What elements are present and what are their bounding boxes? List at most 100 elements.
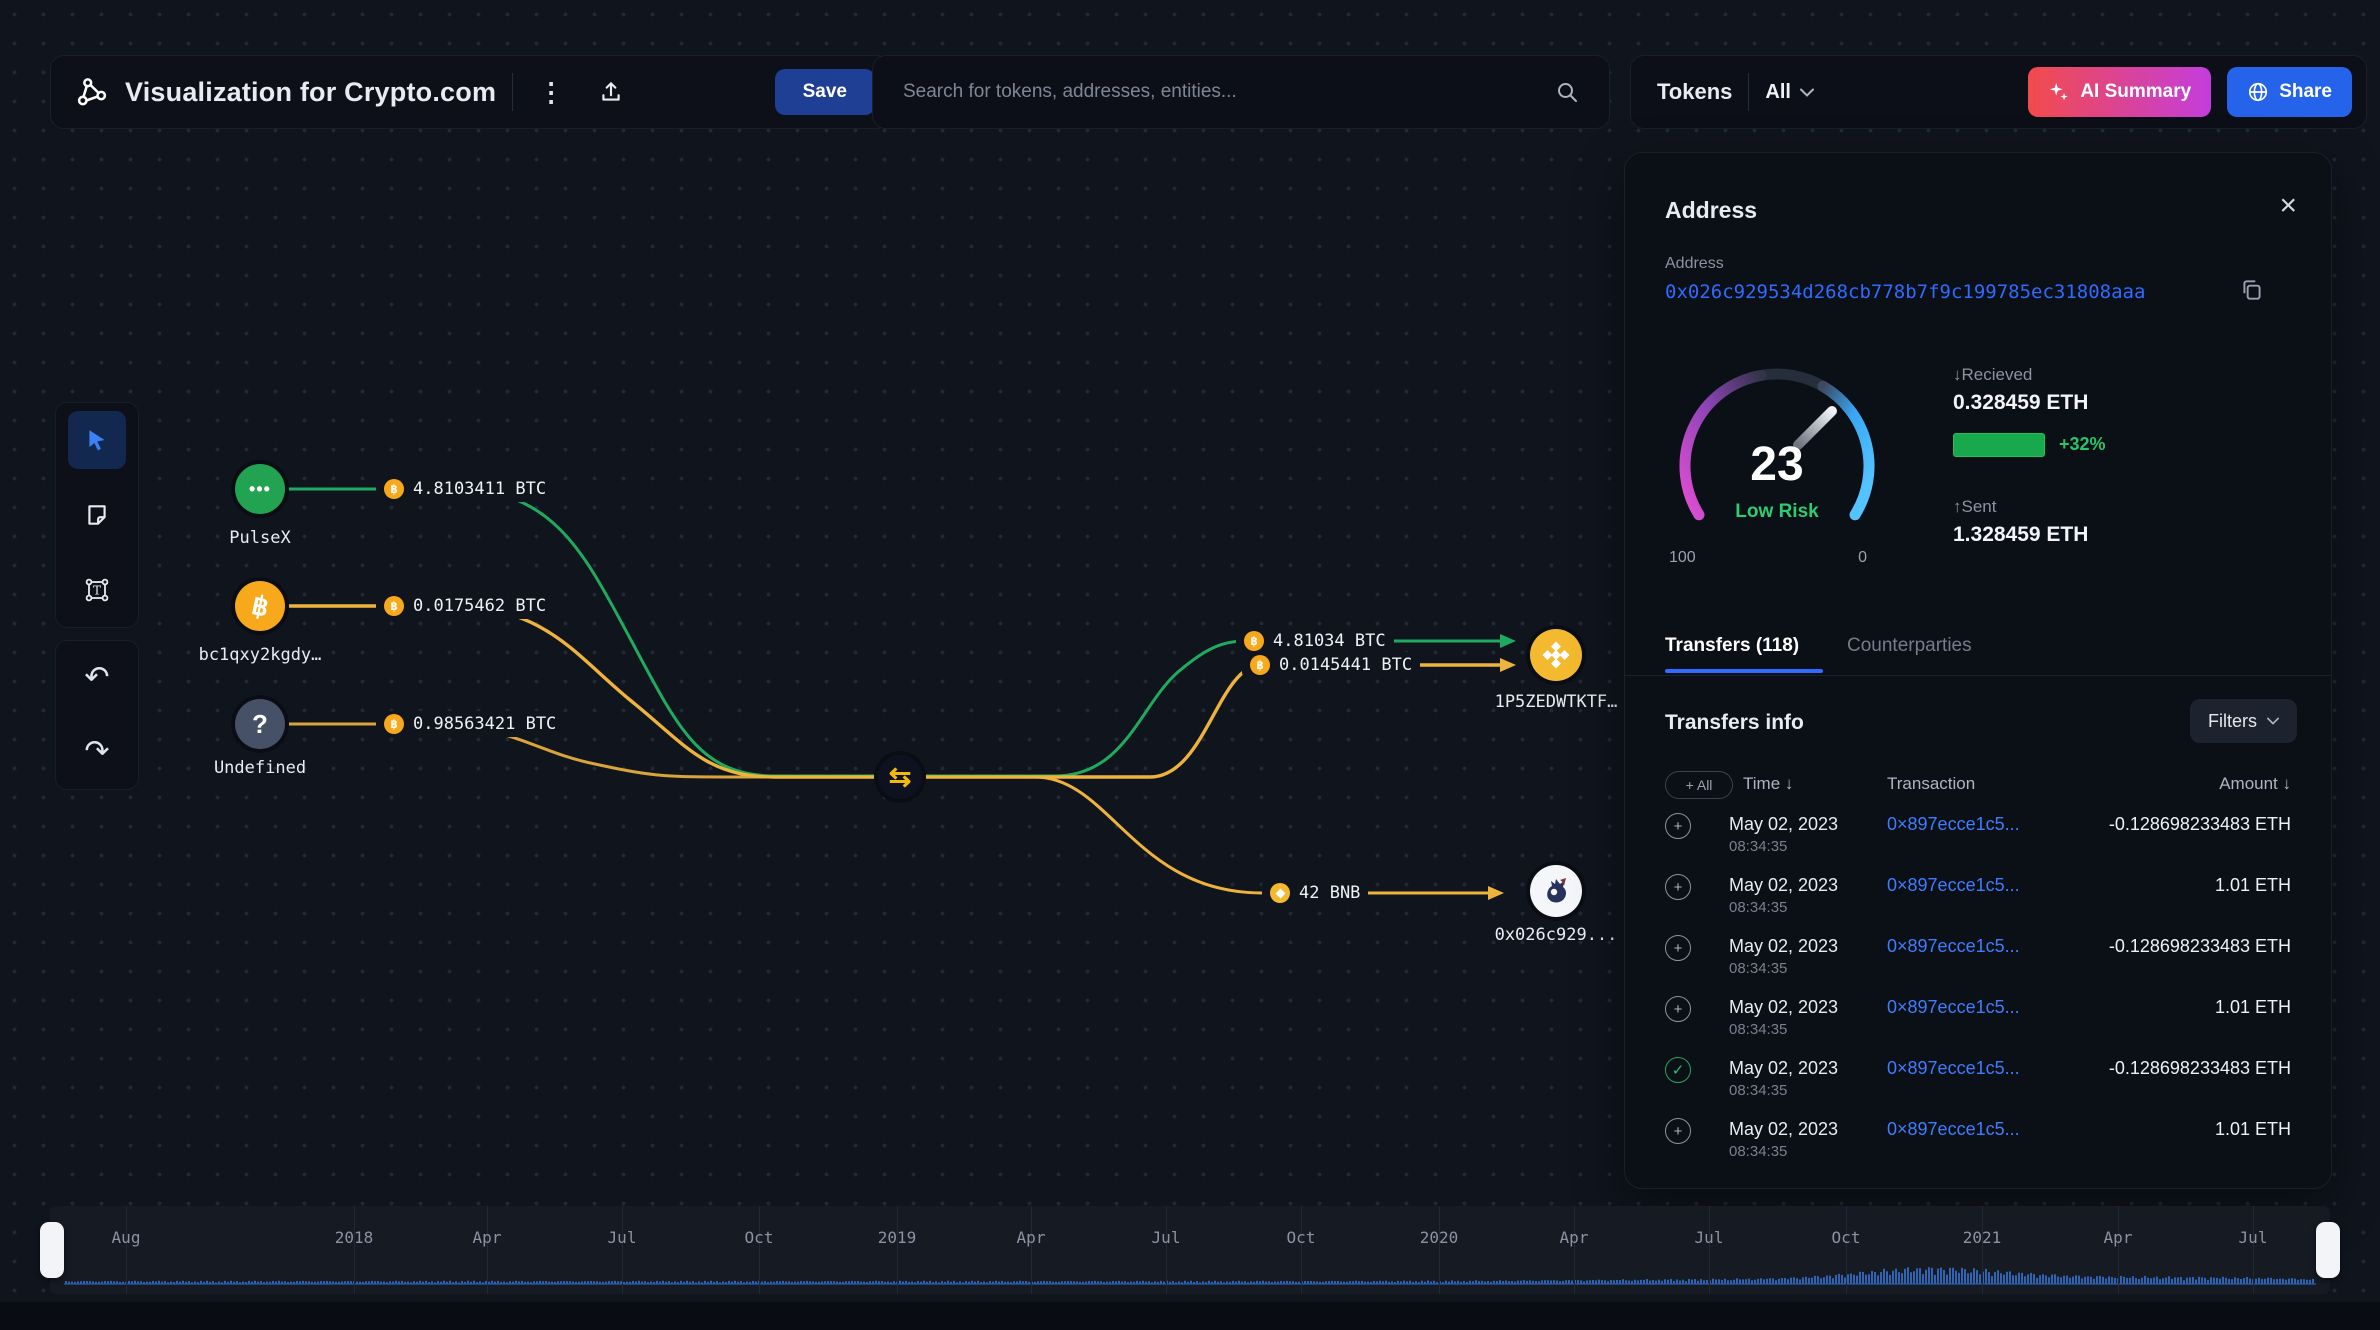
transaction-link[interactable]: 0×897ecce1c5... bbox=[1887, 997, 2020, 1018]
save-button[interactable]: Save bbox=[775, 69, 875, 115]
expand-plus-icon[interactable]: + bbox=[1665, 1118, 1691, 1144]
edge-label[interactable]: ฿ 0.0175462 BTC bbox=[376, 593, 554, 619]
share-label: Share bbox=[2279, 81, 2332, 103]
transaction-link[interactable]: 0×897ecce1c5... bbox=[1887, 814, 2020, 835]
timeline-gridline bbox=[1166, 1206, 1167, 1294]
edge-label[interactable]: ฿ 0.0145441 BTC bbox=[1242, 652, 1420, 678]
node-undefined[interactable]: ? bbox=[235, 699, 285, 749]
canvas[interactable]: ฿ 4.8103411 BTC ฿ 0.0175462 BTC ฿ 0.9856… bbox=[0, 0, 2380, 1330]
table-row[interactable]: + May 02, 2023 08:34:35 0×897ecce1c5... … bbox=[1625, 866, 2331, 927]
node-swap[interactable]: ⇆ bbox=[878, 755, 922, 799]
node-label-binance: 1P5ZEDWTKTF… bbox=[1495, 692, 1618, 712]
timeline-tick-label: Apr bbox=[473, 1228, 502, 1247]
unicorn-logo-icon bbox=[1539, 874, 1573, 908]
table-row[interactable]: + May 02, 2023 08:34:35 0×897ecce1c5... … bbox=[1625, 927, 2331, 988]
node-oneinch[interactable] bbox=[1530, 865, 1582, 917]
node-binance[interactable] bbox=[1530, 629, 1582, 681]
timeline-gridline bbox=[1031, 1206, 1032, 1294]
edge-yellow-hub-to-oneinch[interactable] bbox=[1035, 777, 1488, 893]
export-button[interactable] bbox=[589, 70, 633, 114]
tab-transfers[interactable]: Transfers (118) bbox=[1665, 635, 1799, 657]
filter-all-pill[interactable]: + All bbox=[1665, 771, 1733, 799]
timeline-tick-label: Apr bbox=[2104, 1228, 2133, 1247]
sticky-note-icon bbox=[84, 502, 110, 528]
select-tool-button[interactable] bbox=[68, 411, 126, 469]
cursor-icon bbox=[84, 427, 110, 453]
edge-label[interactable]: ฿ 4.81034 BTC bbox=[1236, 628, 1394, 654]
copy-button[interactable] bbox=[2239, 277, 2265, 303]
expand-plus-icon[interactable]: + bbox=[1665, 813, 1691, 839]
timeline-gridline bbox=[897, 1206, 898, 1294]
row-date: May 02, 2023 bbox=[1729, 1119, 1838, 1140]
bitcoin-badge-icon: ฿ bbox=[384, 596, 404, 616]
transfers-info-title: Transfers info bbox=[1665, 711, 1804, 735]
row-time: 08:34:35 bbox=[1729, 899, 1787, 916]
row-date: May 02, 2023 bbox=[1729, 997, 1838, 1018]
page-title: Visualization for Crypto.com bbox=[125, 77, 496, 108]
timeline-tick-label: Apr bbox=[1560, 1228, 1589, 1247]
timeline-tick-label: Jul bbox=[608, 1228, 637, 1247]
transaction-link[interactable]: 0×897ecce1c5... bbox=[1887, 936, 2020, 957]
edge-bnb-arrowhead bbox=[1488, 886, 1504, 900]
timeline-handle-right[interactable] bbox=[2316, 1222, 2340, 1278]
share-button[interactable]: Share bbox=[2227, 67, 2352, 117]
edge-label[interactable]: ฿ 4.8103411 BTC bbox=[376, 476, 554, 502]
expand-plus-icon[interactable]: + bbox=[1665, 935, 1691, 961]
table-row[interactable]: + May 02, 2023 08:34:35 0×897ecce1c5... … bbox=[1625, 805, 2331, 866]
timeline-gridline bbox=[1439, 1206, 1440, 1294]
tokens-filter-dropdown[interactable]: All bbox=[1765, 81, 1814, 104]
expand-plus-icon[interactable]: + bbox=[1665, 996, 1691, 1022]
timeline-gridline bbox=[622, 1206, 623, 1294]
ellipsis-icon: ••• bbox=[249, 479, 271, 500]
timeline-tick-label: Jul bbox=[1695, 1228, 1724, 1247]
search-placeholder: Search for tokens, addresses, entities..… bbox=[903, 81, 1237, 103]
divider bbox=[512, 73, 513, 111]
search-input[interactable]: Search for tokens, addresses, entities..… bbox=[872, 55, 1610, 129]
filters-button[interactable]: Filters bbox=[2190, 699, 2297, 743]
bitcoin-badge-icon: ฿ bbox=[384, 714, 404, 734]
check-icon[interactable]: ✓ bbox=[1665, 1057, 1691, 1083]
undo-button[interactable]: ↶ bbox=[68, 649, 126, 707]
app-logo-icon bbox=[75, 75, 109, 109]
node-pulsex[interactable]: ••• bbox=[235, 464, 285, 514]
node-btc-address[interactable]: ฿ bbox=[235, 581, 285, 631]
row-time: 08:34:35 bbox=[1729, 1082, 1787, 1099]
transaction-link[interactable]: 0×897ecce1c5... bbox=[1887, 1058, 2020, 1079]
row-amount: -0.128698233483 ETH bbox=[2109, 814, 2291, 835]
edge-label[interactable]: ฿ 0.98563421 BTC bbox=[376, 711, 564, 737]
row-amount: -0.128698233483 ETH bbox=[2109, 936, 2291, 957]
text-tool-button[interactable]: T bbox=[68, 561, 126, 619]
timeline-handle-left[interactable] bbox=[40, 1222, 64, 1278]
sent-label: ↑Sent bbox=[1953, 497, 1996, 517]
edge-label[interactable]: 42 BNB bbox=[1262, 880, 1368, 906]
kebab-menu-button[interactable]: ⋮ bbox=[529, 70, 573, 114]
received-change: +32% bbox=[2059, 434, 2106, 455]
row-date: May 02, 2023 bbox=[1729, 875, 1838, 896]
expand-plus-icon[interactable]: + bbox=[1665, 874, 1691, 900]
question-mark-icon: ? bbox=[252, 709, 268, 740]
ai-summary-button[interactable]: AI Summary bbox=[2028, 67, 2211, 117]
row-amount: 1.01 ETH bbox=[2215, 875, 2291, 896]
table-row[interactable]: ✓ May 02, 2023 08:34:35 0×897ecce1c5... … bbox=[1625, 1049, 2331, 1110]
save-label: Save bbox=[803, 81, 847, 103]
transaction-link[interactable]: 0×897ecce1c5... bbox=[1887, 875, 2020, 896]
redo-button[interactable]: ↷ bbox=[68, 723, 126, 781]
address-value-link[interactable]: 0x026c929534d268cb778b7f9c199785ec31808a… bbox=[1665, 281, 2145, 303]
row-date: May 02, 2023 bbox=[1729, 814, 1838, 835]
timeline-scrubber[interactable]: Aug2018AprJulOct2019AprJulOct2020AprJulO… bbox=[50, 1206, 2330, 1294]
note-tool-button[interactable] bbox=[68, 486, 126, 544]
sparkles-icon bbox=[2048, 81, 2070, 103]
table-row[interactable]: + May 02, 2023 08:34:35 0×897ecce1c5... … bbox=[1625, 988, 2331, 1049]
row-amount: -0.128698233483 ETH bbox=[2109, 1058, 2291, 1079]
bottom-strip bbox=[0, 1302, 2380, 1330]
close-icon[interactable]: × bbox=[2279, 191, 2297, 221]
column-header-amount[interactable]: Amount ↓ bbox=[2219, 774, 2291, 794]
column-header-time[interactable]: Time ↓ bbox=[1743, 774, 1793, 794]
edge-green-arrowhead bbox=[1500, 634, 1516, 648]
received-label: ↓Recieved bbox=[1953, 365, 2032, 385]
transaction-link[interactable]: 0×897ecce1c5... bbox=[1887, 1119, 2020, 1140]
row-time: 08:34:35 bbox=[1729, 1143, 1787, 1160]
tab-counterparties[interactable]: Counterparties bbox=[1847, 635, 1972, 657]
table-row[interactable]: + May 02, 2023 08:34:35 0×897ecce1c5... … bbox=[1625, 1110, 2331, 1171]
redo-icon: ↷ bbox=[84, 737, 109, 767]
